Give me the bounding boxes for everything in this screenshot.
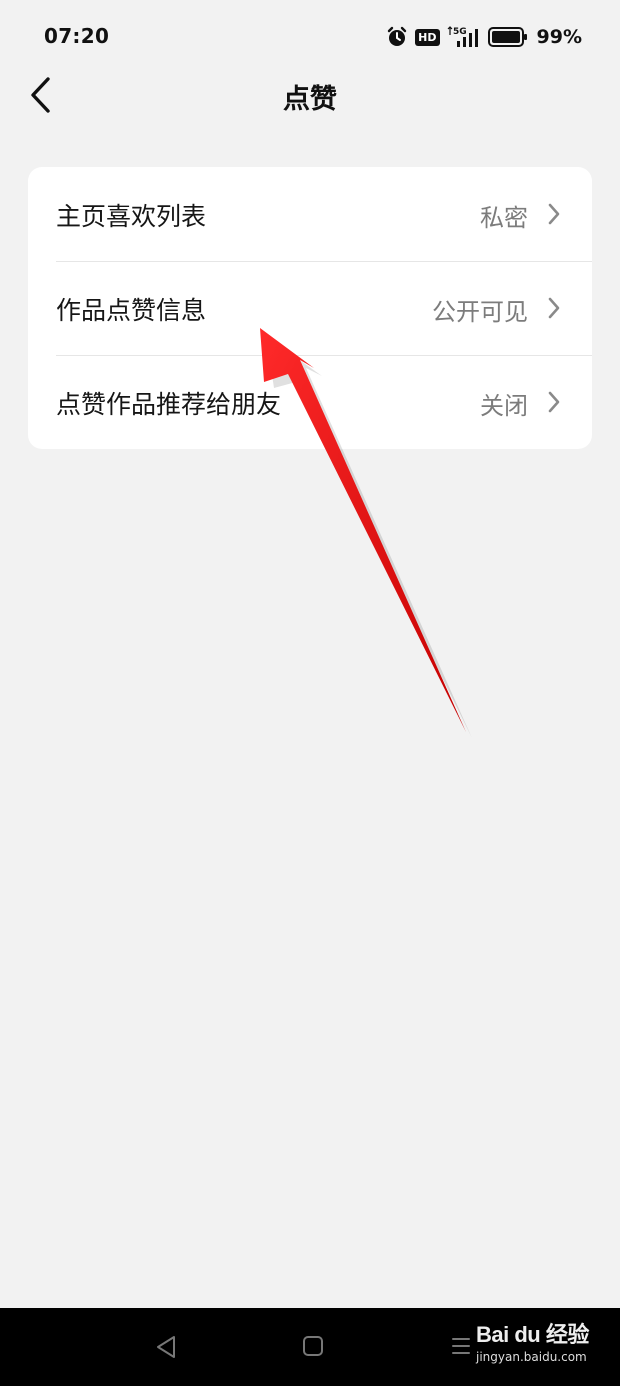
- watermark-url: jingyan.baidu.com: [476, 1350, 587, 1364]
- setting-row-recommend-to-friends[interactable]: 点赞作品推荐给朋友 关闭: [28, 355, 592, 449]
- setting-label: 点赞作品推荐给朋友: [56, 390, 282, 419]
- settings-card: 主页喜欢列表 私密 作品点赞信息 公开可见 点赞作品推荐给朋友 关闭: [28, 167, 592, 449]
- setting-label: 作品点赞信息: [56, 296, 207, 325]
- chevron-right-icon: [548, 391, 560, 413]
- setting-value: 关闭: [480, 392, 528, 420]
- setting-value: 公开可见: [432, 298, 528, 326]
- nav-home-icon[interactable]: [302, 1335, 324, 1357]
- alarm-icon: [387, 26, 407, 46]
- battery-percent: 99%: [536, 26, 582, 48]
- setting-value: 私密: [480, 204, 528, 232]
- hd-icon: HD: [415, 28, 440, 46]
- screen: 07:20 HD 5G 99% 点赞 主页喜欢列表 私密 作品点赞信息 公开可见…: [0, 0, 620, 1386]
- header: 点赞: [0, 62, 620, 128]
- nav-back-icon[interactable]: [154, 1334, 178, 1360]
- navigation-bar: Bai du 经验 jingyan.baidu.com: [0, 1308, 620, 1386]
- setting-row-work-likes-info[interactable]: 作品点赞信息 公开可见: [28, 261, 592, 355]
- watermark-logo: Bai du 经验: [476, 1322, 589, 1347]
- status-time: 07:20: [44, 24, 110, 48]
- status-icons: HD 5G 99%: [386, 22, 582, 52]
- chevron-right-icon: [548, 203, 560, 225]
- setting-row-homepage-likes[interactable]: 主页喜欢列表 私密: [28, 167, 592, 261]
- battery-icon: [487, 27, 527, 47]
- setting-label: 主页喜欢列表: [56, 202, 207, 231]
- svg-text:5G: 5G: [453, 27, 467, 37]
- chevron-right-icon: [548, 297, 560, 319]
- page-title: 点赞: [283, 84, 337, 115]
- signal-5g-icon: 5G: [447, 26, 478, 47]
- watermark: Bai du 经验 jingyan.baidu.com: [476, 1322, 596, 1364]
- nav-menu-icon[interactable]: [451, 1334, 471, 1358]
